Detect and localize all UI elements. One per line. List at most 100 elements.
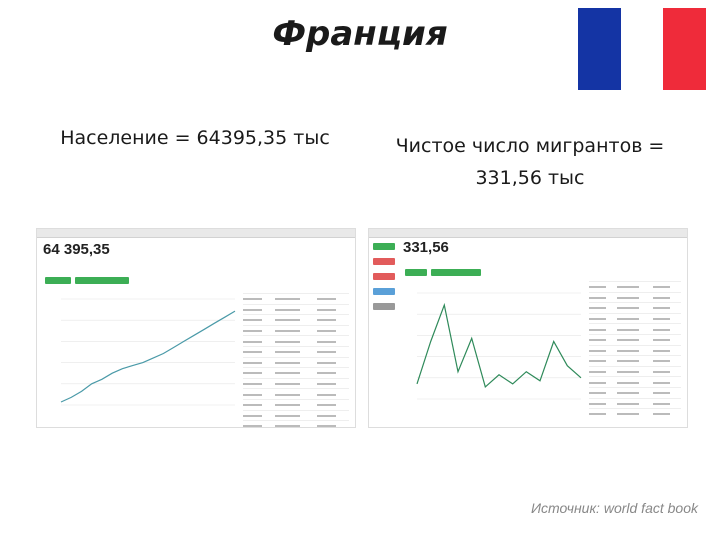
population-table bbox=[243, 293, 349, 427]
table-cell bbox=[616, 327, 654, 332]
table-cell bbox=[616, 316, 654, 321]
green-button-2[interactable] bbox=[431, 269, 481, 276]
table-cell bbox=[243, 402, 275, 407]
table-cell bbox=[274, 307, 317, 312]
table-row bbox=[243, 324, 349, 336]
table-cell bbox=[653, 284, 681, 289]
table-cell bbox=[653, 337, 681, 342]
table-cell bbox=[589, 401, 617, 406]
sidebar-item[interactable] bbox=[373, 303, 395, 310]
table-cell bbox=[589, 358, 617, 363]
table-row bbox=[589, 386, 681, 398]
table-row bbox=[589, 397, 681, 409]
table-cell bbox=[317, 360, 349, 365]
table-cell bbox=[243, 339, 275, 344]
migrants-screenshot: 331,56 bbox=[368, 228, 688, 428]
table-row bbox=[243, 398, 349, 410]
browser-toolbar bbox=[37, 229, 355, 238]
table-cell bbox=[274, 317, 317, 322]
green-button-1[interactable] bbox=[405, 269, 427, 276]
table-cell bbox=[616, 337, 654, 342]
population-line-chart bbox=[60, 298, 236, 406]
table-row bbox=[243, 335, 349, 346]
flag-stripe-red bbox=[663, 8, 707, 90]
migrants-value: 331,56 bbox=[403, 239, 449, 256]
table-cell bbox=[616, 295, 654, 300]
table-cell bbox=[317, 296, 349, 301]
table-row bbox=[589, 408, 681, 419]
table-row bbox=[589, 344, 681, 356]
table-cell bbox=[317, 381, 349, 386]
table-row bbox=[589, 333, 681, 345]
table-cell bbox=[243, 381, 275, 386]
table-cell bbox=[589, 295, 617, 300]
sidebar-item[interactable] bbox=[373, 243, 395, 250]
table-row bbox=[589, 312, 681, 324]
population-value: 64 395,35 bbox=[43, 241, 110, 258]
table-row bbox=[243, 388, 349, 399]
table-cell bbox=[616, 369, 654, 374]
table-row bbox=[243, 420, 349, 427]
table-cell bbox=[616, 358, 654, 363]
table-cell bbox=[653, 380, 681, 385]
table-row bbox=[243, 293, 349, 304]
table-cell bbox=[274, 402, 317, 407]
table-cell bbox=[274, 381, 317, 386]
table-cell bbox=[243, 423, 275, 427]
table-cell bbox=[653, 348, 681, 353]
sidebar-item[interactable] bbox=[373, 273, 395, 280]
table-cell bbox=[616, 401, 654, 406]
table-cell bbox=[274, 349, 317, 354]
table-cell bbox=[653, 316, 681, 321]
migrants-table bbox=[589, 281, 681, 419]
source-note: Источник: world fact book bbox=[531, 500, 698, 516]
table-cell bbox=[589, 337, 617, 342]
green-button-2[interactable] bbox=[75, 277, 129, 284]
table-cell bbox=[274, 339, 317, 344]
table-cell bbox=[616, 305, 654, 310]
table-cell bbox=[653, 411, 681, 416]
table-cell bbox=[317, 349, 349, 354]
table-cell bbox=[243, 392, 275, 397]
table-cell bbox=[589, 411, 617, 416]
table-row bbox=[589, 323, 681, 334]
sidebar bbox=[373, 243, 395, 318]
table-cell bbox=[653, 390, 681, 395]
flag-stripe-blue bbox=[578, 8, 621, 90]
table-cell bbox=[274, 413, 317, 418]
sidebar-item[interactable] bbox=[373, 288, 395, 295]
green-button-1[interactable] bbox=[45, 277, 71, 284]
table-row bbox=[243, 367, 349, 378]
table-cell bbox=[317, 392, 349, 397]
table-cell bbox=[653, 369, 681, 374]
table-row bbox=[243, 303, 349, 315]
table-cell bbox=[274, 370, 317, 375]
table-cell bbox=[317, 423, 349, 427]
table-cell bbox=[589, 380, 617, 385]
table-row bbox=[589, 355, 681, 366]
table-cell bbox=[243, 370, 275, 375]
population-screenshot: 64 395,35 bbox=[36, 228, 356, 428]
table-cell bbox=[616, 390, 654, 395]
migrants-text: Чистое число мигрантов = 331,56 тыс bbox=[395, 135, 665, 189]
table-cell bbox=[589, 316, 617, 321]
table-cell bbox=[653, 401, 681, 406]
table-cell bbox=[589, 390, 617, 395]
table-cell bbox=[243, 360, 275, 365]
table-cell bbox=[317, 402, 349, 407]
table-cell bbox=[274, 423, 317, 427]
table-cell bbox=[317, 339, 349, 344]
table-cell bbox=[243, 328, 275, 333]
table-cell bbox=[616, 380, 654, 385]
series-line bbox=[416, 302, 582, 388]
table-cell bbox=[589, 327, 617, 332]
table-cell bbox=[274, 328, 317, 333]
table-row bbox=[589, 365, 681, 377]
table-cell bbox=[653, 295, 681, 300]
population-text: Население = 64395,35 тыс bbox=[60, 127, 330, 149]
table-cell bbox=[589, 369, 617, 374]
table-row bbox=[589, 281, 681, 292]
table-cell bbox=[243, 296, 275, 301]
table-cell bbox=[243, 307, 275, 312]
sidebar-item[interactable] bbox=[373, 258, 395, 265]
